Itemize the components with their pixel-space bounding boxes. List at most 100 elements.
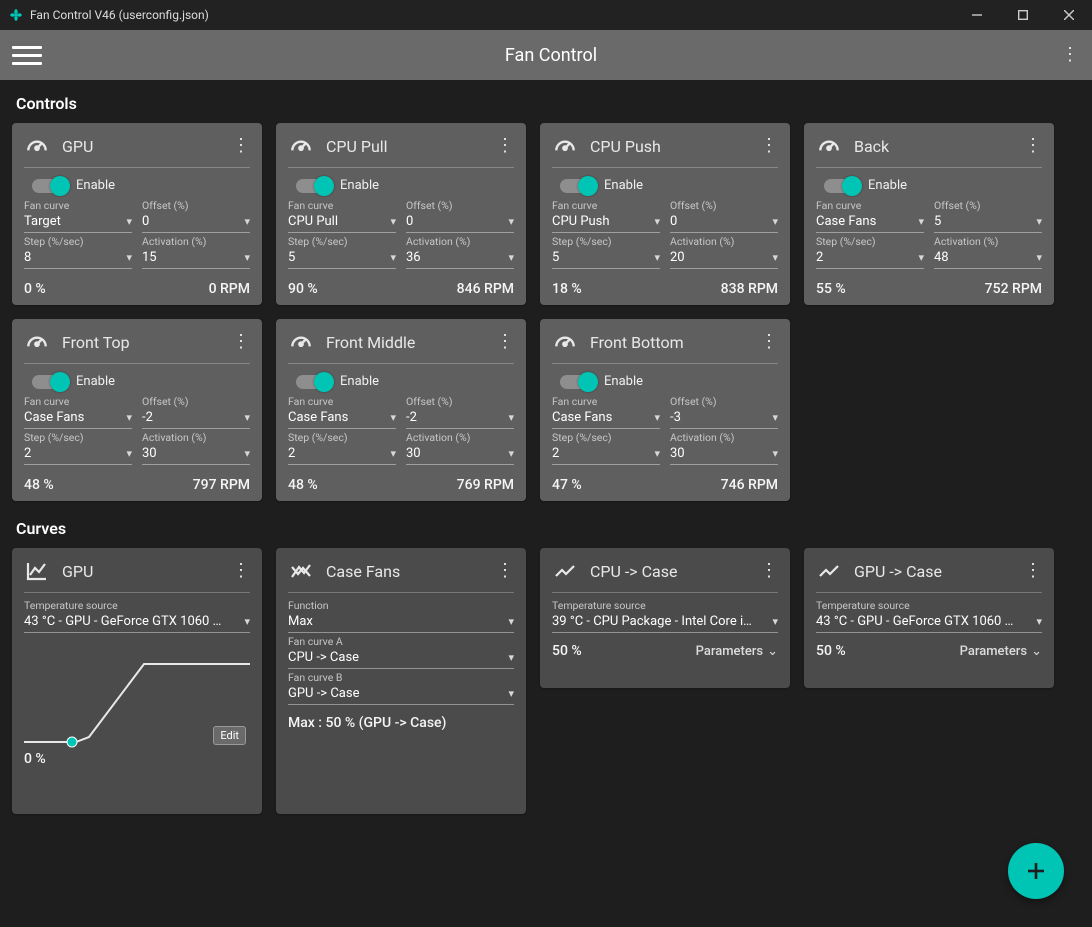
card-more-button[interactable] <box>232 134 250 158</box>
curve-card-gpu-case: GPU -> Case Temperature source 43 °C - G… <box>804 548 1054 688</box>
enable-toggle[interactable] <box>32 179 66 193</box>
step-select[interactable]: 8▾ <box>24 248 132 269</box>
enable-toggle[interactable] <box>824 179 858 193</box>
control-card: Front TopEnableFan curveCase Fans▾Step (… <box>12 319 262 501</box>
fan-curve-label: Fan curve <box>288 199 396 212</box>
fan-curve-select[interactable]: CPU Pull▾ <box>288 212 396 233</box>
temp-source-select[interactable]: 43 °C - GPU - GeForce GTX 1060 6GB ▾ <box>24 612 250 633</box>
window-maximize-button[interactable] <box>1000 0 1046 30</box>
trend-icon <box>552 558 578 584</box>
step-select[interactable]: 2▾ <box>288 444 396 465</box>
step-select[interactable]: 2▾ <box>552 444 660 465</box>
enable-toggle[interactable] <box>296 375 330 389</box>
fan-curve-select[interactable]: Case Fans▾ <box>816 212 924 233</box>
window-close-button[interactable] <box>1046 0 1092 30</box>
offset-select[interactable]: -3▾ <box>670 408 778 429</box>
curves-heading: Curves <box>16 519 1076 538</box>
control-title: CPU Push <box>590 137 748 156</box>
card-more-button[interactable] <box>232 330 250 354</box>
fan-curve-select[interactable]: Case Fans▾ <box>288 408 396 429</box>
activation-select[interactable]: 30▾ <box>670 444 778 465</box>
step-label: Step (%/sec) <box>552 431 660 444</box>
gauge-icon <box>24 133 50 159</box>
activation-select[interactable]: 30▾ <box>142 444 250 465</box>
parameters-button[interactable]: Parameters⌄ <box>960 644 1042 659</box>
step-select[interactable]: 5▾ <box>288 248 396 269</box>
chevron-down-icon: ▾ <box>244 411 250 424</box>
offset-label: Offset (%) <box>142 199 250 212</box>
temp-source-select[interactable]: 43 °C - GPU - GeForce GTX 1060 6GB▾ <box>816 612 1042 633</box>
curve-chart[interactable]: Edit <box>24 639 250 749</box>
control-percent: 18 % <box>552 281 582 297</box>
window-titlebar: Fan Control V46 (userconfig.json) <box>0 0 1092 30</box>
control-rpm: 0 RPM <box>209 281 250 297</box>
appbar-more-button[interactable] <box>1060 40 1080 70</box>
enable-toggle[interactable] <box>560 179 594 193</box>
fan-curve-select[interactable]: CPU Push▾ <box>552 212 660 233</box>
offset-select[interactable]: -2▾ <box>406 408 514 429</box>
control-rpm: 769 RPM <box>457 477 514 493</box>
curve-card-case-fans: Case Fans Function Max▾ Fan curve A CPU … <box>276 548 526 814</box>
chevron-down-icon: ⌄ <box>1031 644 1042 659</box>
offset-select[interactable]: 0▾ <box>670 212 778 233</box>
edit-curve-button[interactable]: Edit <box>213 726 246 745</box>
activation-select[interactable]: 15▾ <box>142 248 250 269</box>
parameters-button[interactable]: Parameters⌄ <box>696 644 778 659</box>
chevron-down-icon: ▾ <box>654 411 660 424</box>
activation-select[interactable]: 48▾ <box>934 248 1042 269</box>
fan-curve-a-select[interactable]: CPU -> Case▾ <box>288 648 514 669</box>
control-percent: 47 % <box>552 477 582 493</box>
add-fab-button[interactable] <box>1008 843 1064 899</box>
offset-label: Offset (%) <box>142 395 250 408</box>
activation-select[interactable]: 30▾ <box>406 444 514 465</box>
chevron-down-icon: ▾ <box>508 251 514 264</box>
gauge-icon <box>552 133 578 159</box>
temp-source-select[interactable]: 39 °C - CPU Package - Intel Core i5-9▾ <box>552 612 778 633</box>
enable-toggle[interactable] <box>32 375 66 389</box>
enable-toggle[interactable] <box>560 375 594 389</box>
chevron-down-icon: ▾ <box>1036 615 1042 628</box>
card-more-button[interactable] <box>760 559 778 583</box>
enable-toggle[interactable] <box>296 179 330 193</box>
gauge-icon <box>816 133 842 159</box>
chevron-down-icon: ⌄ <box>767 644 778 659</box>
chevron-down-icon: ▾ <box>126 411 132 424</box>
main-content: Controls GPUEnableFan curveTarget▾Step (… <box>0 80 1092 927</box>
chevron-down-icon: ▾ <box>390 447 396 460</box>
card-more-button[interactable] <box>496 559 514 583</box>
curve-title: CPU -> Case <box>590 562 748 581</box>
fan-curve-select[interactable]: Target▾ <box>24 212 132 233</box>
offset-select[interactable]: 0▾ <box>406 212 514 233</box>
card-more-button[interactable] <box>232 559 250 583</box>
card-more-button[interactable] <box>1024 134 1042 158</box>
offset-select[interactable]: -2▾ <box>142 408 250 429</box>
fan-curve-select[interactable]: Case Fans▾ <box>24 408 132 429</box>
step-select[interactable]: 2▾ <box>24 444 132 465</box>
control-percent: 90 % <box>288 281 318 297</box>
chevron-down-icon: ▾ <box>772 447 778 460</box>
activation-select[interactable]: 20▾ <box>670 248 778 269</box>
window-minimize-button[interactable] <box>954 0 1000 30</box>
function-select[interactable]: Max▾ <box>288 612 514 633</box>
step-select[interactable]: 5▾ <box>552 248 660 269</box>
card-more-button[interactable] <box>760 134 778 158</box>
offset-select[interactable]: 5▾ <box>934 212 1042 233</box>
fan-curve-b-select[interactable]: GPU -> Case▾ <box>288 684 514 705</box>
menu-button[interactable] <box>12 40 42 70</box>
temp-source-label: Temperature source <box>24 599 250 612</box>
activation-select[interactable]: 36▾ <box>406 248 514 269</box>
gauge-icon <box>552 329 578 355</box>
step-select[interactable]: 2▾ <box>816 248 924 269</box>
offset-select[interactable]: 0▾ <box>142 212 250 233</box>
control-rpm: 746 RPM <box>721 477 778 493</box>
card-more-button[interactable] <box>760 330 778 354</box>
card-more-button[interactable] <box>496 134 514 158</box>
fan-curve-select[interactable]: Case Fans▾ <box>552 408 660 429</box>
temp-source-label: Temperature source <box>816 599 1042 612</box>
card-more-button[interactable] <box>496 330 514 354</box>
card-more-button[interactable] <box>1024 559 1042 583</box>
gauge-icon <box>288 329 314 355</box>
offset-label: Offset (%) <box>670 199 778 212</box>
enable-label: Enable <box>76 374 115 389</box>
chevron-down-icon: ▾ <box>772 615 778 628</box>
